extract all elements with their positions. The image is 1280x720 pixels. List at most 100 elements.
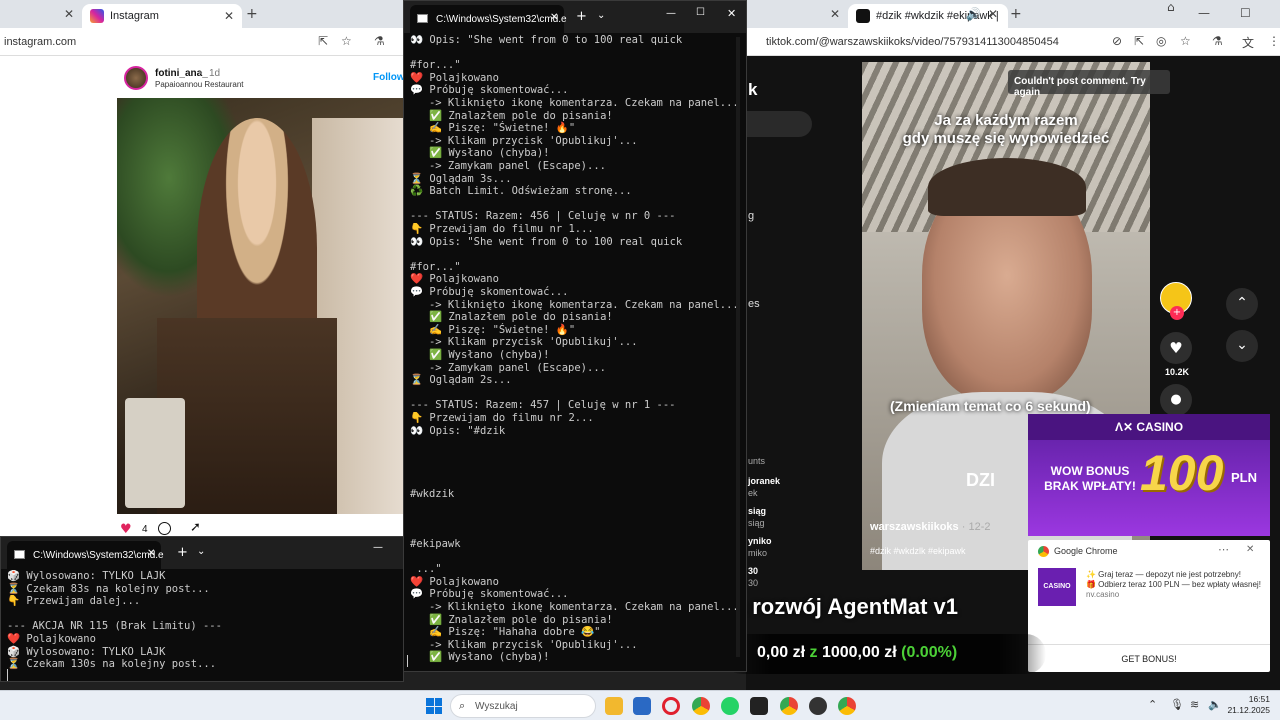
post-image[interactable]: [117, 98, 404, 514]
maximize-icon[interactable]: ☐: [696, 7, 705, 18]
address-bar[interactable]: instagram.com ⇱ ☆ ⚗: [0, 28, 404, 56]
store-icon[interactable]: [633, 697, 651, 715]
next-video-chevron-down-icon[interactable]: ⌄: [1226, 330, 1258, 362]
close-tab-icon[interactable]: ✕: [147, 548, 155, 559]
chrome-icon[interactable]: [692, 697, 710, 715]
close-tab-icon[interactable]: ✕: [224, 9, 234, 23]
extension-icon[interactable]: ⚗: [374, 34, 385, 48]
opera-icon[interactable]: [662, 697, 680, 715]
windows-start-icon[interactable]: [426, 698, 442, 714]
previous-video-chevron-up-icon[interactable]: ⌃: [1226, 288, 1258, 320]
terminal-line: ✍️ Piszę: "Hahaha dobre 😂": [410, 626, 601, 639]
bookmark-star-icon[interactable]: ☆: [1180, 34, 1191, 48]
post-location[interactable]: Papaioannou Restaurant: [155, 80, 244, 89]
terminal-line: ♻️ Batch Limit. Odświeżam stronę...: [410, 185, 632, 198]
terminal-line: #ekipawk: [410, 538, 461, 550]
video-date: 12-2: [968, 521, 991, 533]
tray-chevron-up-icon[interactable]: ⌃: [1148, 698, 1157, 711]
chrome-profile-icon[interactable]: [838, 697, 856, 715]
side-text-fragment: yniko: [748, 536, 772, 546]
account-icon[interactable]: ⌂: [1167, 0, 1175, 14]
terminal-line: 💬 Próbuję skomentować...: [410, 286, 569, 298]
close-tab-icon[interactable]: ✕: [550, 12, 558, 23]
clock-time: 16:51: [1248, 694, 1270, 704]
extension-icon[interactable]: ⚗: [1212, 34, 1223, 48]
terminal-line: ✅ Wysłano (chyba)!: [410, 147, 550, 160]
side-text-fragment: miko: [748, 548, 768, 558]
dropdown-chevron-icon[interactable]: ⌄: [597, 10, 605, 21]
terminal-line: 💬 Próbuję skomentować...: [410, 84, 569, 97]
terminal-line: ✅ Znalazłem pole do pisania!: [410, 311, 613, 324]
chrome-notification[interactable]: Google Chrome ⋯ ✕ CASINO ✨ Graj teraz — …: [1028, 540, 1270, 672]
notification-line: ✨ Graj teraz — depozyt nie jest potrzebn…: [1086, 570, 1241, 579]
menu-icon[interactable]: ⋮: [1268, 34, 1280, 48]
tracking-icon[interactable]: ◎: [1156, 34, 1166, 48]
comment-bubble-icon[interactable]: ●: [1160, 384, 1192, 416]
video-subtitle: (Zmieniam temat co 6 sekund): [890, 398, 1091, 414]
install-app-icon[interactable]: ⇱: [1134, 34, 1144, 48]
terminal-icon[interactable]: [750, 697, 768, 715]
translate-icon[interactable]: 文: [1242, 34, 1254, 51]
taskbar-search[interactable]: ⌕ Wyszukaj: [450, 694, 596, 718]
bookmark-star-icon[interactable]: ☆: [341, 34, 352, 48]
follow-plus-icon[interactable]: +: [1170, 306, 1184, 320]
more-options-icon[interactable]: ⋯: [1218, 543, 1229, 556]
new-tab-icon[interactable]: +: [576, 9, 587, 24]
new-tab-icon[interactable]: +: [1010, 6, 1022, 22]
terminal-line: -> Zamykam panel (Escape)...: [410, 160, 606, 172]
cmd-tab[interactable]: C:\Windows\System32\cmd.e ✕: [7, 541, 164, 569]
terminal-line: ✅ Znalazłem pole do pisania!: [410, 613, 613, 626]
tab-tiktok[interactable]: #dzik #wkdzik #ekipawk |: [848, 4, 1008, 28]
like-heart-icon[interactable]: ♥: [1160, 332, 1192, 364]
get-bonus-button[interactable]: GET BONUS!: [1028, 644, 1270, 672]
cmd-output: 🎲 Wylosowano: TYLKO LAJK ⏳ Czekam 83s na …: [1, 570, 401, 680]
video-watermark: DZI: [966, 470, 995, 490]
address-bar[interactable]: tiktok.com/@warszawskiikoks/video/757931…: [746, 28, 1280, 56]
eye-off-icon[interactable]: ⊘: [1112, 34, 1122, 48]
new-tab-icon[interactable]: +: [246, 6, 258, 22]
whatsapp-icon[interactable]: [721, 697, 739, 715]
video-hashtags[interactable]: #dzik #wkdzlk #ekipawk: [870, 546, 966, 556]
minimize-icon[interactable]: —: [373, 542, 383, 553]
search-box-fragment[interactable]: [746, 111, 812, 137]
close-notification-icon[interactable]: ✕: [1246, 544, 1254, 555]
side-text-fragment: ek: [748, 488, 758, 498]
close-tab-icon[interactable]: ✕: [830, 7, 840, 21]
author-dot: ·: [961, 521, 966, 533]
file-explorer-icon[interactable]: [605, 697, 623, 715]
install-app-icon[interactable]: ⇱: [318, 34, 328, 48]
close-tab-icon[interactable]: ✕: [64, 7, 74, 21]
microphone-icon[interactable]: 🎙: [1170, 698, 1184, 711]
dropdown-chevron-icon[interactable]: ⌄: [197, 546, 205, 557]
error-toast: Couldn't post comment. Try again: [1008, 70, 1170, 98]
cmd-window-main[interactable]: C:\Windows\System32\cmd.e ✕ + ⌄ — ☐ ✕ 👀 …: [403, 0, 747, 672]
casino-ad-banner[interactable]: Λ✕ CASINO WOW BONUS BRAK WPŁATY! 100 PLN: [1028, 414, 1270, 536]
follow-button[interactable]: Follow: [373, 72, 405, 83]
comment-icon[interactable]: [158, 522, 171, 535]
new-tab-icon[interactable]: +: [177, 545, 188, 560]
chrome-profile-icon[interactable]: [780, 697, 798, 715]
instagram-icon: [90, 9, 104, 23]
wifi-icon[interactable]: ≋: [1190, 698, 1199, 711]
maximize-icon[interactable]: ☐: [1240, 6, 1251, 20]
cmd-tab[interactable]: C:\Windows\System32\cmd.e ✕: [410, 5, 567, 33]
close-window-icon[interactable]: ✕: [727, 7, 736, 20]
amount-current: 0,00 zł: [757, 644, 806, 661]
clock[interactable]: 16:51 21.12.2025: [1218, 694, 1270, 716]
chrome-dark-icon[interactable]: [809, 697, 827, 715]
heart-icon[interactable]: ♥: [120, 522, 132, 537]
share-icon[interactable]: ➚: [190, 520, 201, 535]
close-tab-icon[interactable]: ✕: [988, 7, 998, 21]
terminal-line: --- STATUS: Razem: 457 | Celuję w nr 1 -…: [410, 399, 676, 412]
speaker-icon[interactable]: 🔊: [966, 7, 981, 21]
avatar[interactable]: [124, 66, 148, 90]
scrollbar[interactable]: [736, 37, 740, 657]
tab-instagram[interactable]: Instagram ✕: [82, 4, 242, 28]
side-text-fragment: 30: [748, 578, 759, 588]
author-name[interactable]: warszawskiikoks: [870, 521, 959, 533]
minimize-icon[interactable]: —: [1198, 6, 1210, 20]
minimize-icon[interactable]: —: [666, 8, 676, 19]
cmd-window-small[interactable]: C:\Windows\System32\cmd.e ✕ + ⌄ — 🎲 Wylo…: [0, 536, 404, 682]
taskbar: ⌕ Wyszukaj ⌃ 🎙 ≋ 🔈 16:51 21.12.2025: [0, 690, 1280, 720]
terminal-icon: [417, 14, 428, 23]
